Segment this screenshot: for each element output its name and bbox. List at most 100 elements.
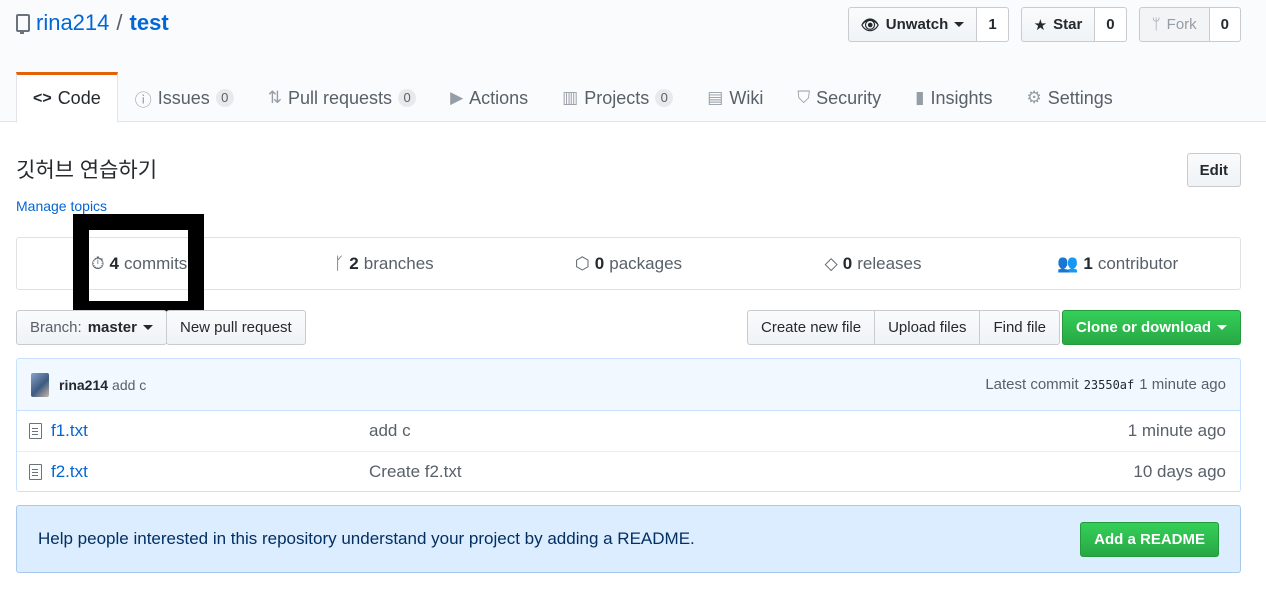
file-name-link[interactable]: f1.txt (51, 421, 369, 441)
file-icon (29, 463, 42, 480)
file-age: 1 minute ago (1127, 421, 1226, 440)
tab-label: Code (57, 88, 101, 108)
commit-sha-link[interactable]: 23550af (1084, 378, 1135, 392)
projects-counter: 0 (655, 89, 674, 107)
tab-issues[interactable]: ⓘ Issues 0 (118, 72, 251, 122)
commit-message-link[interactable]: add c (112, 377, 146, 393)
branch-prefix: Branch: (30, 319, 82, 336)
tab-security[interactable]: ⛉ Security (780, 72, 898, 122)
create-new-file-button[interactable]: Create new file (747, 310, 876, 345)
releases-count: 0 (842, 253, 853, 273)
fork-label: Fork (1166, 16, 1197, 33)
unwatch-button[interactable]: 👁 Unwatch (847, 7, 978, 42)
people-icon: 👥 (1057, 253, 1079, 273)
tab-label: Pull requests (288, 87, 393, 108)
eye-icon: 👁 (860, 16, 880, 34)
graph-icon: ▮ (915, 88, 925, 107)
repo-tabs: <> Code ⓘ Issues 0 ⇅ Pull requests 0 ▶ A… (16, 72, 1130, 123)
watchers-count[interactable]: 1 (977, 7, 1009, 42)
file-name-link[interactable]: f2.txt (51, 462, 369, 482)
tag-icon: ◇ (824, 253, 838, 273)
tab-wiki[interactable]: ▤ Wiki (690, 72, 780, 122)
find-file-button[interactable]: Find file (979, 310, 1060, 345)
branch-icon: ᚴ (334, 253, 345, 273)
star-group: ★ Star 0 (1020, 7, 1127, 42)
clone-label: Clone or download (1076, 319, 1211, 336)
forks-count[interactable]: 0 (1209, 7, 1241, 42)
tab-label: Issues (157, 87, 210, 108)
repo-description: 깃허브 연습하기 (16, 159, 158, 182)
tab-actions[interactable]: ▶ Actions (433, 72, 545, 122)
branch-name: master (87, 319, 137, 336)
packages-label: packages (609, 253, 683, 273)
fork-button[interactable]: ᛘ Fork (1138, 7, 1210, 42)
fork-icon: ᛘ (1151, 16, 1161, 33)
packages-count: 0 (594, 253, 605, 273)
tab-pull-requests[interactable]: ⇅ Pull requests 0 (251, 72, 433, 122)
shield-icon: ⛉ (797, 88, 811, 107)
star-label: Star (1053, 16, 1083, 33)
releases-link[interactable]: ◇ 0 releases (751, 238, 996, 289)
tab-label: Actions (469, 87, 529, 108)
tab-settings[interactable]: ⚙ Settings (1010, 72, 1130, 122)
tab-code[interactable]: <> Code (16, 72, 118, 123)
clone-download-button[interactable]: Clone or download (1062, 310, 1241, 345)
tab-projects[interactable]: ▥ Projects 0 (545, 72, 690, 122)
contributors-label: contributor (1097, 253, 1179, 273)
avatar[interactable] (31, 372, 49, 397)
tab-label: Projects (584, 87, 650, 108)
file-row: f1.txt add c 1 minute ago (17, 411, 1240, 451)
upload-files-button[interactable]: Upload files (874, 310, 981, 345)
file-row: f2.txt Create f2.txt 10 days ago (17, 451, 1240, 491)
edit-description-button[interactable]: Edit (1186, 153, 1241, 187)
play-icon: ▶ (450, 88, 464, 107)
file-actions-group: Create new file Upload files Find file (747, 310, 1060, 345)
stargazers-count[interactable]: 0 (1095, 7, 1127, 42)
title-separator: / (116, 10, 123, 35)
caret-down-icon (954, 22, 965, 27)
file-navigation: Branch: master New pull request Create n… (16, 310, 1241, 345)
readme-prompt: Help people interested in this repositor… (16, 505, 1241, 573)
branch-select-button[interactable]: Branch: master (16, 310, 167, 345)
star-icon: ★ (1033, 16, 1048, 34)
add-readme-button[interactable]: Add a README (1080, 521, 1219, 557)
manage-topics-link[interactable]: Manage topics (16, 198, 107, 214)
branches-label: branches (363, 253, 434, 273)
repo-title: rina214 / test (16, 10, 169, 36)
pull-request-icon: ⇅ (267, 88, 282, 107)
readme-prompt-text: Help people interested in this repositor… (38, 529, 695, 548)
file-commit-message-link[interactable]: add c (369, 421, 1128, 441)
caret-down-icon (142, 325, 153, 330)
file-age: 10 days ago (1133, 461, 1226, 481)
new-pull-request-button[interactable]: New pull request (166, 310, 306, 345)
tab-label: Settings (1047, 87, 1113, 108)
package-icon: ⬡ (574, 253, 590, 273)
packages-link[interactable]: ⬡ 0 packages (506, 238, 751, 289)
latest-commit-info: Latest commit 23550af 1 minute ago (985, 376, 1226, 393)
watch-group: 👁 Unwatch 1 (847, 7, 1009, 42)
tab-insights[interactable]: ▮ Insights (898, 72, 1009, 122)
gear-icon: ⚙ (1026, 88, 1042, 107)
file-list: f1.txt add c 1 minute ago f2.txt Create … (16, 411, 1241, 492)
tab-label: Security (816, 87, 882, 108)
latest-commit-prefix: Latest commit (985, 376, 1079, 393)
issues-counter: 0 (215, 89, 234, 107)
fork-group: ᛘ Fork 0 (1138, 7, 1241, 42)
code-icon: <> (33, 89, 52, 107)
repo-name-link[interactable]: test (130, 10, 169, 36)
contributors-link[interactable]: 👥 1 contributor (995, 238, 1240, 289)
repo-owner-link[interactable]: rina214 (36, 10, 109, 36)
unwatch-label: Unwatch (885, 16, 949, 33)
releases-label: releases (857, 253, 922, 273)
file-commit-message-link[interactable]: Create f2.txt (369, 462, 1133, 482)
tab-label: Insights (930, 87, 993, 108)
tab-label: Wiki (729, 87, 764, 108)
star-button[interactable]: ★ Star (1020, 7, 1096, 42)
commit-age: 1 minute ago (1139, 376, 1226, 393)
pull-requests-counter: 0 (398, 89, 417, 107)
commit-author-link[interactable]: rina214 (59, 377, 108, 393)
repo-icon (16, 14, 30, 34)
issue-icon: ⓘ (134, 90, 152, 110)
branches-link[interactable]: ᚴ 2 branches (262, 238, 507, 289)
book-icon: ▤ (707, 88, 724, 107)
